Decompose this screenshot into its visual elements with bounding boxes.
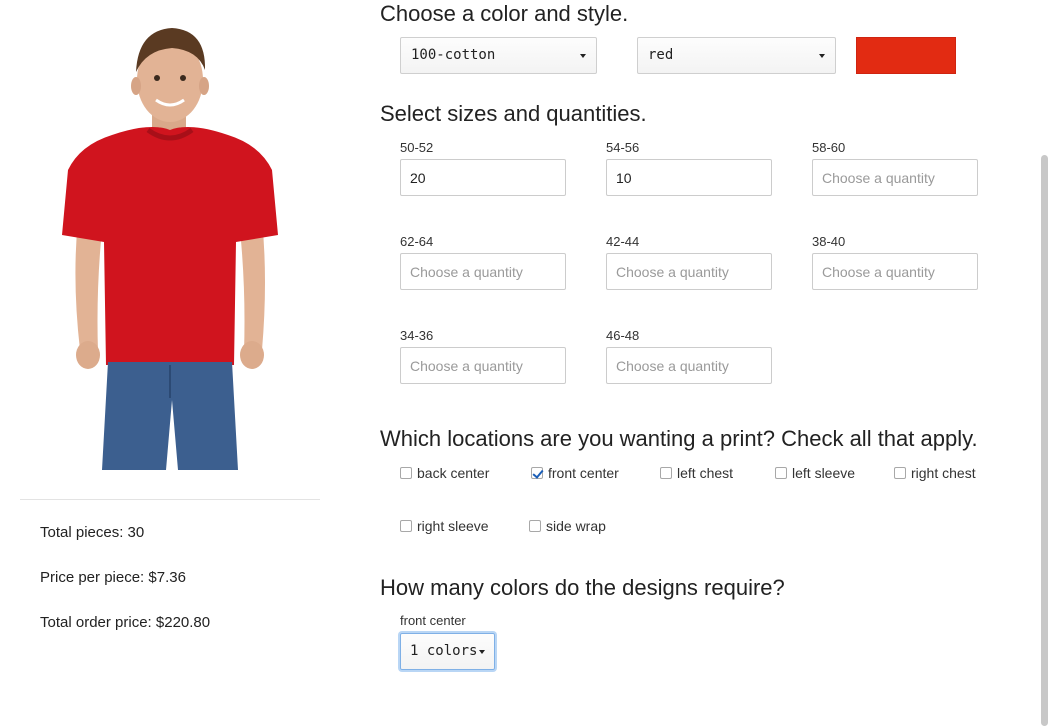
location-front-center[interactable]: front center xyxy=(531,465,619,481)
size-label: 34-36 xyxy=(400,328,434,343)
location-label: left chest xyxy=(677,465,734,481)
size-label: 58-60 xyxy=(812,140,846,155)
checkbox[interactable] xyxy=(775,467,787,479)
size-group-34-36: 34-36 xyxy=(400,326,566,384)
checkbox[interactable] xyxy=(529,520,541,532)
sizes-title: Select sizes and quantities. xyxy=(380,101,647,126)
product-image xyxy=(50,20,290,470)
size-group-62-64: 62-64 xyxy=(400,232,566,290)
color-select[interactable]: red xyxy=(637,37,836,74)
style-select[interactable]: 100-cotton xyxy=(400,37,597,74)
location-left-sleeve[interactable]: left sleeve xyxy=(775,465,855,481)
location-label: side wrap xyxy=(546,518,606,534)
total-order-price: Total order price: $220.80 xyxy=(40,614,211,631)
size-label: 50-52 xyxy=(400,140,434,155)
checkbox[interactable] xyxy=(894,467,906,479)
locations-title: Which locations are you wanting a print?… xyxy=(380,426,978,451)
location-label: front center xyxy=(548,465,619,481)
location-right-sleeve[interactable]: right sleeve xyxy=(400,518,489,534)
size-label: 62-64 xyxy=(400,234,434,249)
location-label: left sleeve xyxy=(792,465,856,481)
quantity-input-46-48[interactable] xyxy=(606,347,772,384)
scrollbar[interactable] xyxy=(1041,155,1048,726)
total-pieces: Total pieces: 30 xyxy=(40,524,145,541)
location-label: right sleeve xyxy=(417,518,489,534)
location-right-chest[interactable]: right chest xyxy=(894,465,976,481)
quantity-input-34-36[interactable] xyxy=(400,347,566,384)
summary-divider xyxy=(20,499,320,500)
quantity-input-50-52[interactable] xyxy=(400,159,566,196)
size-group-46-48: 46-48 xyxy=(606,326,772,384)
chevron-down-icon xyxy=(819,54,825,58)
size-group-38-40: 38-40 xyxy=(812,232,978,290)
size-label: 38-40 xyxy=(812,234,846,249)
size-group-54-56: 54-56 xyxy=(606,138,772,196)
design-colors-select[interactable]: 1 colors xyxy=(400,633,495,670)
checkbox-checked[interactable] xyxy=(531,467,543,479)
color-style-title: Choose a color and style. xyxy=(380,1,629,26)
size-label: 42-44 xyxy=(606,234,640,249)
checkbox[interactable] xyxy=(400,520,412,532)
checkbox[interactable] xyxy=(660,467,672,479)
color-swatch xyxy=(856,37,956,74)
quantity-input-42-44[interactable] xyxy=(606,253,772,290)
chevron-down-icon xyxy=(580,54,586,58)
size-label: 54-56 xyxy=(606,140,640,155)
location-side-wrap[interactable]: side wrap xyxy=(529,518,606,534)
design-colors-value: 1 colors xyxy=(410,643,478,659)
checkbox[interactable] xyxy=(400,467,412,479)
location-label: right chest xyxy=(911,465,976,481)
size-group-42-44: 42-44 xyxy=(606,232,772,290)
quantity-input-38-40[interactable] xyxy=(812,253,978,290)
size-group-50-52: 50-52 xyxy=(400,138,566,196)
quantity-input-58-60[interactable] xyxy=(812,159,978,196)
design-colors-title: How many colors do the designs require? xyxy=(380,575,785,600)
location-back-center[interactable]: back center xyxy=(400,465,489,481)
size-label: 46-48 xyxy=(606,328,640,343)
location-left-chest[interactable]: left chest xyxy=(660,465,733,481)
quantity-input-62-64[interactable] xyxy=(400,253,566,290)
price-per-piece: Price per piece: $7.36 xyxy=(40,569,186,586)
quantity-input-54-56[interactable] xyxy=(606,159,772,196)
design-colors-location-label: front center xyxy=(400,613,466,628)
location-label: back center xyxy=(417,465,490,481)
style-select-value: 100-cotton xyxy=(411,47,496,63)
color-select-value: red xyxy=(648,47,674,63)
size-group-58-60: 58-60 xyxy=(812,138,978,196)
man-tshirt-icon xyxy=(62,28,278,470)
chevron-down-icon xyxy=(479,650,485,654)
